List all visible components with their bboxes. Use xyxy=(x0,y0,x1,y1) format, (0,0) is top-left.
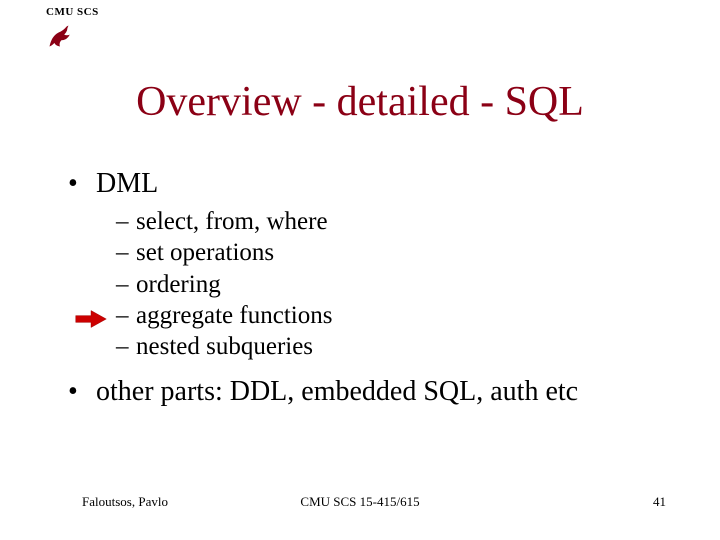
bullet-dot-icon: • xyxy=(68,168,96,200)
bullet-level2: – nested subqueries xyxy=(116,331,668,362)
bullet-level1: • other parts: DDL, embedded SQL, auth e… xyxy=(68,376,668,408)
bullet-text: other parts: DDL, embedded SQL, auth etc xyxy=(96,376,578,408)
bullet-dash-icon: – xyxy=(116,300,136,331)
bullet-dot-icon: • xyxy=(68,376,96,408)
bullet-level2: – set operations xyxy=(116,237,668,268)
slide-footer: Faloutsos, Pavlo CMU SCS 15-415/615 41 xyxy=(0,494,720,510)
slide-header: CMU SCS xyxy=(46,6,99,18)
bullet-level2: – select, from, where xyxy=(116,206,668,237)
bullet-level1: • DML xyxy=(68,168,668,200)
bullet-dash-icon: – xyxy=(116,269,136,300)
sub-bullet-text: ordering xyxy=(136,269,221,300)
org-label: CMU SCS xyxy=(46,6,99,18)
sub-bullet-text: aggregate functions xyxy=(136,300,332,331)
footer-page-number: 41 xyxy=(653,494,666,510)
dragon-icon xyxy=(46,22,74,50)
sub-bullet-text: select, from, where xyxy=(136,206,328,237)
bullet-level2: – aggregate functions xyxy=(116,300,668,331)
bullet-dash-icon: – xyxy=(116,237,136,268)
footer-course: CMU SCS 15-415/615 xyxy=(300,494,419,510)
slide-content: • DML – select, from, where – set operat… xyxy=(68,168,668,414)
footer-authors: Faloutsos, Pavlo xyxy=(82,494,168,510)
bullet-dash-icon: – xyxy=(116,331,136,362)
slide-title: Overview - detailed - SQL xyxy=(0,78,720,126)
arrow-right-icon xyxy=(74,308,108,330)
sub-bullet-text: nested subqueries xyxy=(136,331,313,362)
sub-bullet-list: – select, from, where – set operations –… xyxy=(116,206,668,362)
bullet-dash-icon: – xyxy=(116,206,136,237)
bullet-level2: – ordering xyxy=(116,269,668,300)
sub-bullet-text: set operations xyxy=(136,237,274,268)
bullet-text: DML xyxy=(96,168,158,200)
